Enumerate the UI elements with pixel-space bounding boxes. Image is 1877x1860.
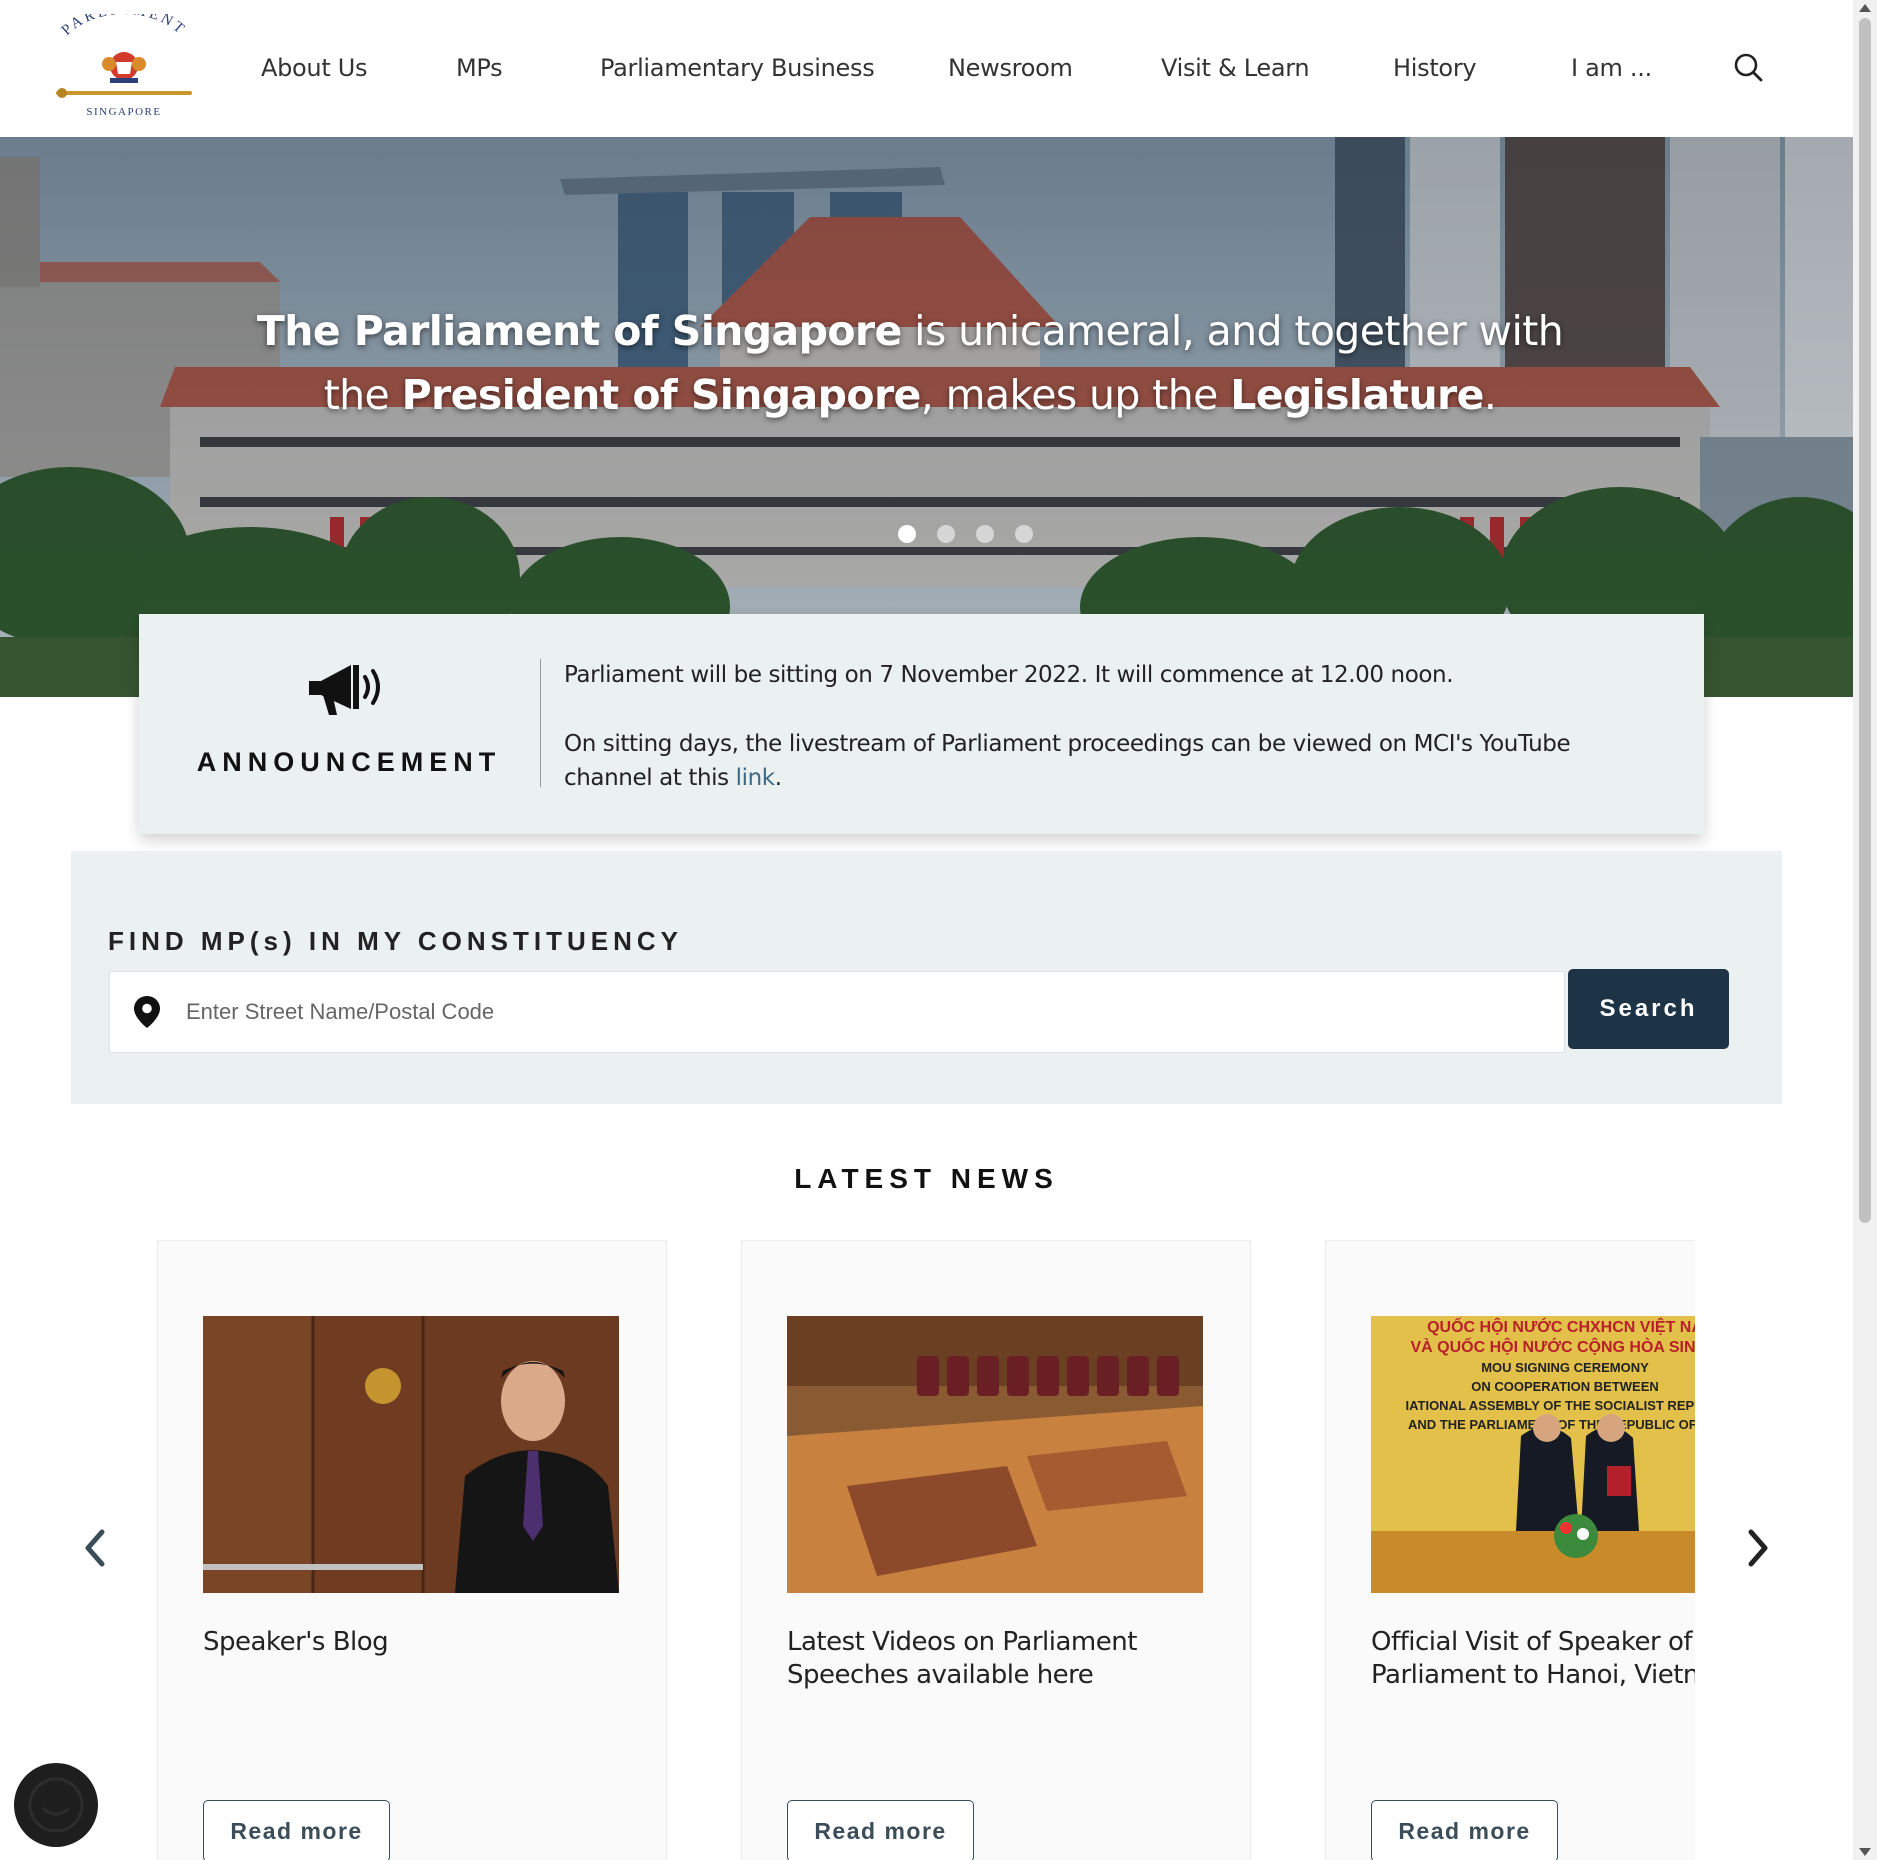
news-card-title[interactable]: Latest Videos on Parliament Speeches ava… bbox=[787, 1626, 1207, 1692]
announcement-paragraph-2-suffix: . bbox=[774, 765, 782, 791]
nav-about-us[interactable]: About Us bbox=[261, 54, 368, 82]
chatbot-icon bbox=[28, 1777, 84, 1833]
chevron-left-icon[interactable] bbox=[80, 1528, 110, 1568]
read-more-button[interactable]: Read more bbox=[203, 1800, 390, 1860]
chatbot-button[interactable] bbox=[14, 1763, 98, 1847]
constituency-search-input[interactable] bbox=[184, 972, 1548, 1052]
hero-text-legislature: Legislature bbox=[1230, 371, 1484, 419]
announcement-panel: ANNOUNCEMENT Parliament will be sitting … bbox=[139, 614, 1704, 834]
announcement-title: ANNOUNCEMENT bbox=[196, 747, 502, 777]
news-card: QUỐC HỘI NƯỚC CHXHCN VIỆT NA VÀ QUỐC HỘI… bbox=[1325, 1240, 1695, 1860]
find-mp-panel: FIND MP(s) IN MY CONSTITUENCY Search bbox=[71, 851, 1782, 1104]
logo-text-top: PARLIAMENT bbox=[59, 14, 187, 39]
hero-line-2: the President of Singapore, makes up the… bbox=[0, 363, 1820, 427]
nav-history[interactable]: History bbox=[1393, 54, 1477, 82]
parliament-logo[interactable]: PARLIAMENT SINGAPORE bbox=[46, 14, 202, 118]
nav-newsroom[interactable]: Newsroom bbox=[948, 54, 1073, 82]
hero-text-makes-up: , makes up the bbox=[920, 371, 1231, 419]
banner-line-1: QUỐC HỘI NƯỚC CHXHCN VIỆT NA bbox=[1427, 1316, 1695, 1336]
announcement-body: Parliament will be sitting on 7 November… bbox=[564, 658, 1644, 830]
read-more-button[interactable]: Read more bbox=[1371, 1800, 1558, 1860]
hero-banner: The Parliament of Singapore is unicamera… bbox=[0, 137, 1853, 697]
news-card-image-speaker bbox=[203, 1316, 619, 1593]
announcement-paragraph-2-text: On sitting days, the livestream of Parli… bbox=[564, 731, 1571, 791]
megaphone-icon bbox=[309, 665, 380, 715]
banner-line-2: VÀ QUỐC HỘI NƯỚC CỘNG HÒA SINGA bbox=[1410, 1336, 1695, 1356]
hero-line-1: The Parliament of Singapore is unicamera… bbox=[0, 299, 1820, 363]
latest-news-title: LATEST NEWS bbox=[794, 1163, 1059, 1194]
news-carousel: Speaker's Blog Read more Latest Videos o… bbox=[157, 1240, 1695, 1860]
announcement-divider bbox=[540, 659, 541, 787]
news-card-image-hanoi: QUỐC HỘI NƯỚC CHXHCN VIỆT NA VÀ QUỐC HỘI… bbox=[1371, 1316, 1695, 1593]
hero-text-unicameral: is unicameral, and together with bbox=[901, 307, 1564, 355]
livestream-link[interactable]: link bbox=[736, 765, 775, 791]
nav-parliamentary-business[interactable]: Parliamentary Business bbox=[600, 54, 875, 82]
scroll-thumb[interactable] bbox=[1859, 18, 1871, 1223]
constituency-search-button[interactable]: Search bbox=[1568, 969, 1729, 1049]
find-mp-field bbox=[109, 971, 1565, 1053]
news-card-title[interactable]: Speaker's Blog bbox=[203, 1626, 623, 1659]
banner-line-3: MOU SIGNING CEREMONY bbox=[1481, 1360, 1649, 1375]
news-card: Speaker's Blog Read more bbox=[157, 1240, 667, 1860]
announcement-paragraph-1: Parliament will be sitting on 7 November… bbox=[564, 662, 1454, 688]
hero-text-parliament: The Parliament of Singapore bbox=[256, 307, 902, 355]
carousel-dot-4[interactable] bbox=[1015, 525, 1033, 543]
page-scrollbar[interactable] bbox=[1853, 0, 1877, 1860]
logo-text-bottom: SINGAPORE bbox=[86, 106, 161, 118]
map-pin-icon bbox=[134, 996, 160, 1028]
carousel-dot-1[interactable] bbox=[898, 525, 916, 543]
site-header: PARLIAMENT SINGAPORE About Us MPs Parlia… bbox=[0, 0, 1853, 137]
news-card: Latest Videos on Parliament Speeches ava… bbox=[741, 1240, 1251, 1860]
scroll-up-arrow[interactable] bbox=[1859, 4, 1871, 12]
hero-text-president: President of Singapore bbox=[401, 371, 922, 419]
carousel-dot-2[interactable] bbox=[937, 525, 955, 543]
read-more-button[interactable]: Read more bbox=[787, 1800, 974, 1860]
news-card-title[interactable]: Official Visit of Speaker of Parliament … bbox=[1371, 1626, 1695, 1692]
banner-line-4: ON COOPERATION BETWEEN bbox=[1471, 1379, 1659, 1394]
scroll-down-arrow[interactable] bbox=[1859, 1848, 1871, 1856]
hero-tagline: The Parliament of Singapore is unicamera… bbox=[0, 299, 1820, 427]
svg-text:PARLIAMENT: PARLIAMENT bbox=[59, 14, 190, 39]
crest-icon bbox=[102, 52, 146, 83]
nav-mps[interactable]: MPs bbox=[456, 54, 503, 82]
nav-visit-learn[interactable]: Visit & Learn bbox=[1161, 54, 1310, 82]
announcement-paragraph-2: On sitting days, the livestream of Parli… bbox=[564, 727, 1644, 795]
search-icon[interactable] bbox=[1733, 52, 1763, 82]
news-card-image-chamber bbox=[787, 1316, 1203, 1593]
carousel-dot-3[interactable] bbox=[976, 525, 994, 543]
banner-line-5: IATIONAL ASSEMBLY OF THE SOCIALIST REPUB… bbox=[1405, 1398, 1695, 1413]
find-mp-title: FIND MP(s) IN MY CONSTITUENCY bbox=[108, 926, 683, 956]
hero-text-period: . bbox=[1483, 371, 1497, 419]
chevron-right-icon[interactable] bbox=[1743, 1528, 1773, 1568]
hero-text-the: the bbox=[323, 371, 402, 419]
nav-i-am[interactable]: I am ... bbox=[1571, 54, 1652, 82]
